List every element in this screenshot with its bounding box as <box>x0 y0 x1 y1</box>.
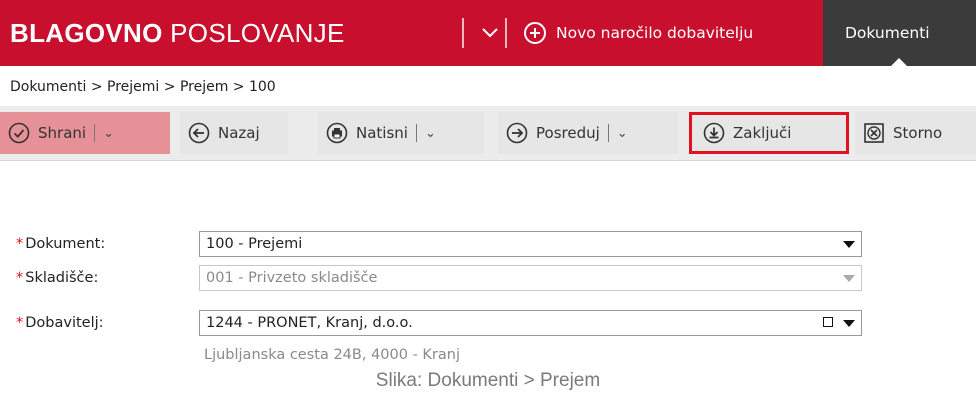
split-separator <box>607 124 609 142</box>
storno-button[interactable]: Storno <box>855 112 976 154</box>
close-document-button[interactable]: Zaključi <box>689 112 849 154</box>
required-mark: * <box>16 315 24 331</box>
warehouse-select: 001 - Privzeto skladišče <box>199 265 862 291</box>
save-button[interactable]: Shrani ⌄ <box>0 112 170 154</box>
open-details-icon[interactable] <box>823 317 833 327</box>
print-button[interactable]: Natisni ⌄ <box>318 112 484 154</box>
print-label: Natisni <box>356 124 408 142</box>
module-menu-button[interactable] <box>476 19 504 47</box>
tab-dokumenti[interactable]: Dokumenti <box>823 0 976 66</box>
chevron-down-icon[interactable]: ⌄ <box>617 126 628 141</box>
arrow-right-circle-icon <box>506 122 528 144</box>
dropdown-arrow-icon[interactable] <box>843 241 855 248</box>
warehouse-label: * Skladišče: <box>16 270 98 286</box>
app-title-bold: BLAGOVNO <box>10 18 163 48</box>
printer-circle-icon <box>326 122 348 144</box>
header-separator <box>462 18 464 48</box>
document-value: 100 - Prejemi <box>206 236 303 252</box>
back-button[interactable]: Nazaj <box>180 112 288 154</box>
chevron-down-icon[interactable]: ⌄ <box>103 126 114 141</box>
back-label: Nazaj <box>218 124 260 142</box>
document-label-text: Dokument: <box>25 236 106 252</box>
app-title-rest: POSLOVANJE <box>170 18 345 48</box>
close-document-label: Zaključi <box>733 124 792 142</box>
tab-dokumenti-label: Dokumenti <box>845 24 930 42</box>
required-mark: * <box>16 270 24 286</box>
supplier-label: * Dobavitelj: <box>16 315 104 331</box>
supplier-select[interactable]: 1244 - PRONET, Kranj, d.o.o. <box>199 310 862 336</box>
active-tab-indicator <box>891 58 907 66</box>
save-label: Shrani <box>38 124 87 142</box>
chevron-down-icon <box>482 28 498 38</box>
arrow-left-circle-icon <box>188 122 210 144</box>
app-title[interactable]: BLAGOVNO POSLOVANJE <box>10 16 345 50</box>
forward-button[interactable]: Posreduj ⌄ <box>498 112 678 154</box>
supplier-label-text: Dobavitelj: <box>25 315 104 331</box>
document-label: * Dokument: <box>16 236 105 252</box>
document-select[interactable]: 100 - Prejemi <box>199 231 862 257</box>
download-circle-icon <box>703 122 725 144</box>
supplier-address: Ljubljanska cesta 24B, 4000 - Kranj <box>204 347 460 363</box>
required-mark: * <box>16 236 24 252</box>
app-header: BLAGOVNO POSLOVANJE Novo naročilo dobavi… <box>0 0 976 66</box>
new-supplier-order-button[interactable]: Novo naročilo dobavitelju <box>524 16 753 50</box>
dropdown-arrow-icon[interactable] <box>843 320 855 327</box>
warehouse-value: 001 - Privzeto skladišče <box>206 270 378 286</box>
forward-label: Posreduj <box>536 124 600 142</box>
chevron-down-icon[interactable]: ⌄ <box>425 126 436 141</box>
split-separator <box>94 124 96 142</box>
check-circle-icon <box>8 122 30 144</box>
plus-circle-icon <box>524 22 546 44</box>
toolbar: Shrani ⌄ Nazaj Natisni ⌄ Posreduj ⌄ Zakl… <box>0 106 976 161</box>
storno-label: Storno <box>893 124 943 142</box>
header-separator <box>505 18 507 48</box>
figure-caption: Slika: Dokumenti > Prejem <box>375 370 601 391</box>
new-supplier-order-label: Novo naročilo dobavitelju <box>556 24 754 42</box>
split-separator <box>415 124 417 142</box>
supplier-value: 1244 - PRONET, Kranj, d.o.o. <box>206 315 413 331</box>
breadcrumb[interactable]: Dokumenti > Prejemi > Prejem > 100 <box>10 79 276 95</box>
dropdown-arrow-icon <box>843 275 855 282</box>
warehouse-label-text: Skladišče: <box>25 270 99 286</box>
storno-box-icon <box>864 123 884 143</box>
